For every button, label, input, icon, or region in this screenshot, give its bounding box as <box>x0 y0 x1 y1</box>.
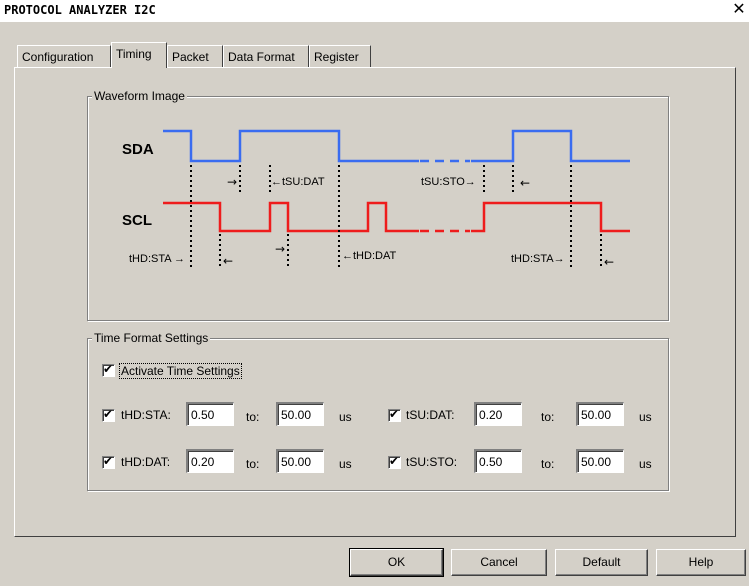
tsu-sto-to-input[interactable] <box>576 449 624 473</box>
tsu-dat-from-input[interactable] <box>474 402 522 426</box>
tsu-dat-label: tSU:DAT: <box>406 408 455 422</box>
t-hd-sta-label: tHD:STA → <box>129 253 186 265</box>
activate-time-settings-checkbox[interactable] <box>102 362 115 377</box>
title-bar[interactable]: PROTOCOL ANALYZER I2C ✕ <box>0 0 749 23</box>
tab-timing[interactable]: Timing <box>111 42 167 68</box>
t-su-sto-label: tSU:STO→ <box>421 176 476 188</box>
close-icon[interactable]: ✕ <box>731 1 747 18</box>
tab-label: Configuration <box>22 50 94 64</box>
unit-label: us <box>639 410 652 424</box>
thd-dat-from-input[interactable] <box>186 449 234 473</box>
tsu-dat-checkbox[interactable] <box>388 407 401 422</box>
tsu-sto-checkbox[interactable] <box>388 454 401 469</box>
default-button[interactable]: Default <box>555 549 648 576</box>
tsu-sto-label: tSU:STO: <box>406 455 458 469</box>
thd-dat-checkbox[interactable] <box>102 454 115 469</box>
cancel-button[interactable]: Cancel <box>451 549 547 576</box>
to-label: to: <box>246 410 260 424</box>
to-label: to: <box>541 410 555 424</box>
tab-packet[interactable]: Packet <box>167 45 223 67</box>
thd-dat-to-input[interactable] <box>276 449 324 473</box>
to-label: to: <box>541 457 555 471</box>
tab-register[interactable]: Register <box>309 45 371 67</box>
help-button[interactable]: Help <box>656 549 746 576</box>
thd-sta-checkbox[interactable] <box>102 407 115 422</box>
thd-sta-from-input[interactable] <box>186 402 234 426</box>
t-su-dat-label: ←tSU:DAT <box>271 176 325 188</box>
ok-button[interactable]: OK <box>349 548 444 577</box>
to-label: to: <box>246 457 260 471</box>
tab-label: Data Format <box>228 50 295 64</box>
tab-label: Packet <box>172 50 209 64</box>
unit-label: us <box>339 410 352 424</box>
sda-label: SDA <box>122 141 154 158</box>
tab-label: Timing <box>116 47 152 61</box>
thd-sta-to-input[interactable] <box>276 402 324 426</box>
tab-configuration[interactable]: Configuration <box>17 45 111 67</box>
activate-time-settings-label[interactable]: Activate Time Settings <box>119 363 242 379</box>
group-label: Waveform Image <box>92 89 187 103</box>
tsu-dat-to-input[interactable] <box>576 402 624 426</box>
dialog-window: PROTOCOL ANALYZER I2C ✕ Configuration Ti… <box>0 0 749 586</box>
tab-data-format[interactable]: Data Format <box>223 45 309 67</box>
t-hd-sta-label-2: tHD:STA→ <box>511 253 565 265</box>
scl-label: SCL <box>122 212 152 229</box>
t-hd-dat-label: ←tHD:DAT <box>342 250 397 262</box>
thd-sta-label: tHD:STA: <box>121 408 171 422</box>
waveform-image-group: Waveform Image <box>87 89 669 321</box>
thd-dat-label: tHD:DAT: <box>121 455 171 469</box>
unit-label: us <box>639 457 652 471</box>
tab-label: Register <box>314 50 359 64</box>
group-label: Time Format Settings <box>92 331 211 345</box>
unit-label: us <box>339 457 352 471</box>
window-title: PROTOCOL ANALYZER I2C <box>4 3 156 17</box>
tsu-sto-from-input[interactable] <box>474 449 522 473</box>
